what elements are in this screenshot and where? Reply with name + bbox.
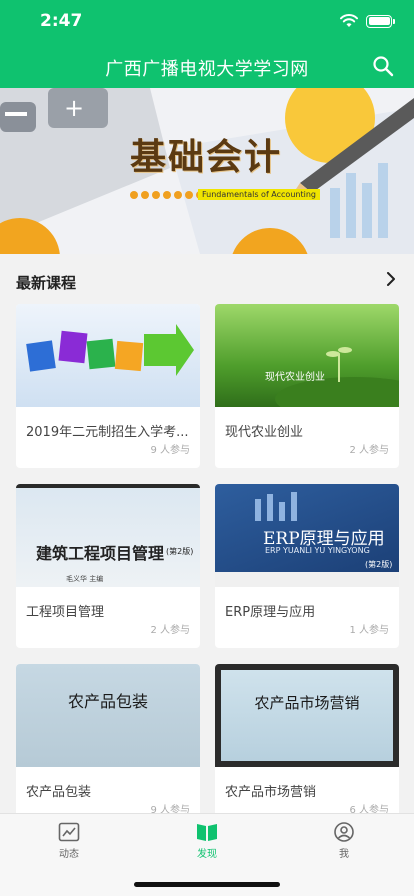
svg-text:+: +: [64, 94, 84, 122]
tab-label: 动态: [59, 849, 79, 860]
chart-icon: [58, 822, 80, 842]
home-indicator: [134, 882, 280, 887]
status-time: 2:47: [40, 11, 83, 31]
banner-title: 基础会计: [130, 136, 283, 178]
banner[interactable]: + 基础会计 Fundamentals of Accounting: [0, 88, 414, 254]
tab-me[interactable]: 我: [304, 822, 384, 860]
book-icon: [197, 824, 217, 841]
participant-count: 2 人参与: [150, 625, 190, 636]
thumbnail-edition: (第2版): [166, 547, 194, 556]
participant-count: 1 人参与: [349, 625, 389, 636]
tab-dynamic[interactable]: 动态: [29, 822, 109, 860]
course-title: ERP原理与应用: [225, 605, 316, 620]
thumbnail-caption: 农产品包装: [67, 692, 148, 711]
status-icons: [340, 14, 395, 28]
course-card[interactable]: ERP原理与应用 ERP YUANLI YU YINGYONG (第2版) ER…: [215, 484, 399, 648]
app-header: 2:47 广西广播电视大学学习网: [0, 0, 414, 88]
course-thumbnail: 建筑工程项目管理 (第2版) 毛义华 主编: [16, 484, 200, 587]
course-thumbnail: 农产品包装: [16, 664, 200, 767]
thumbnail-caption: 建筑工程项目管理: [36, 544, 165, 563]
course-card[interactable]: 农产品包装 农产品包装 9 人参与: [16, 664, 200, 814]
course-title: 现代农业创业: [225, 425, 304, 440]
thumbnail-caption: 现代农业创业: [265, 372, 325, 383]
chevron-right-icon[interactable]: [384, 272, 398, 286]
course-thumbnail: ERP原理与应用 ERP YUANLI YU YINGYONG (第2版): [215, 484, 399, 587]
course-thumbnail: 农产品市场营销: [215, 664, 399, 767]
course-grid: 2019年二元制招生入学考... 9 人参与 现代农业创业 现代农业创业 2 人…: [16, 304, 399, 814]
battery-icon: [366, 14, 395, 28]
participant-count: 2 人参与: [349, 445, 389, 456]
banner-dots: [130, 191, 204, 199]
tab-label: 我: [339, 849, 349, 860]
course-title: 工程项目管理: [26, 605, 105, 620]
thumbnail-edition: (第2版): [365, 560, 393, 569]
user-icon: [334, 822, 354, 842]
course-card[interactable]: 建筑工程项目管理 (第2版) 毛义华 主编 工程项目管理 2 人参与: [16, 484, 200, 648]
course-thumbnail: [16, 304, 200, 407]
course-thumbnail: 现代农业创业: [215, 304, 399, 407]
course-card[interactable]: 2019年二元制招生入学考... 9 人参与: [16, 304, 200, 468]
course-title: 2019年二元制招生入学考...: [26, 425, 189, 440]
section-header: 最新课程: [0, 254, 414, 304]
banner-subtitle: Fundamentals of Accounting: [198, 189, 320, 200]
course-title: 农产品市场营销: [225, 785, 317, 800]
thumbnail-caption: 农产品市场营销: [254, 694, 360, 712]
page-title: 广西广播电视大学学习网: [105, 59, 309, 80]
tab-label: 发现: [197, 849, 217, 860]
course-card[interactable]: 现代农业创业 现代农业创业 2 人参与: [215, 304, 399, 468]
course-title: 农产品包装: [26, 785, 92, 800]
thumbnail-subtitle: ERP YUANLI YU YINGYONG: [265, 546, 370, 555]
wifi-icon: [340, 14, 358, 27]
course-card[interactable]: 农产品市场营销 农产品市场营销 6 人参与: [215, 664, 399, 814]
search-icon[interactable]: [372, 55, 394, 77]
section-title: 最新课程: [16, 274, 77, 292]
participant-count: 9 人参与: [150, 445, 190, 456]
tab-discover[interactable]: 发现: [167, 822, 247, 860]
thumbnail-author: 毛义华 主编: [66, 575, 104, 583]
